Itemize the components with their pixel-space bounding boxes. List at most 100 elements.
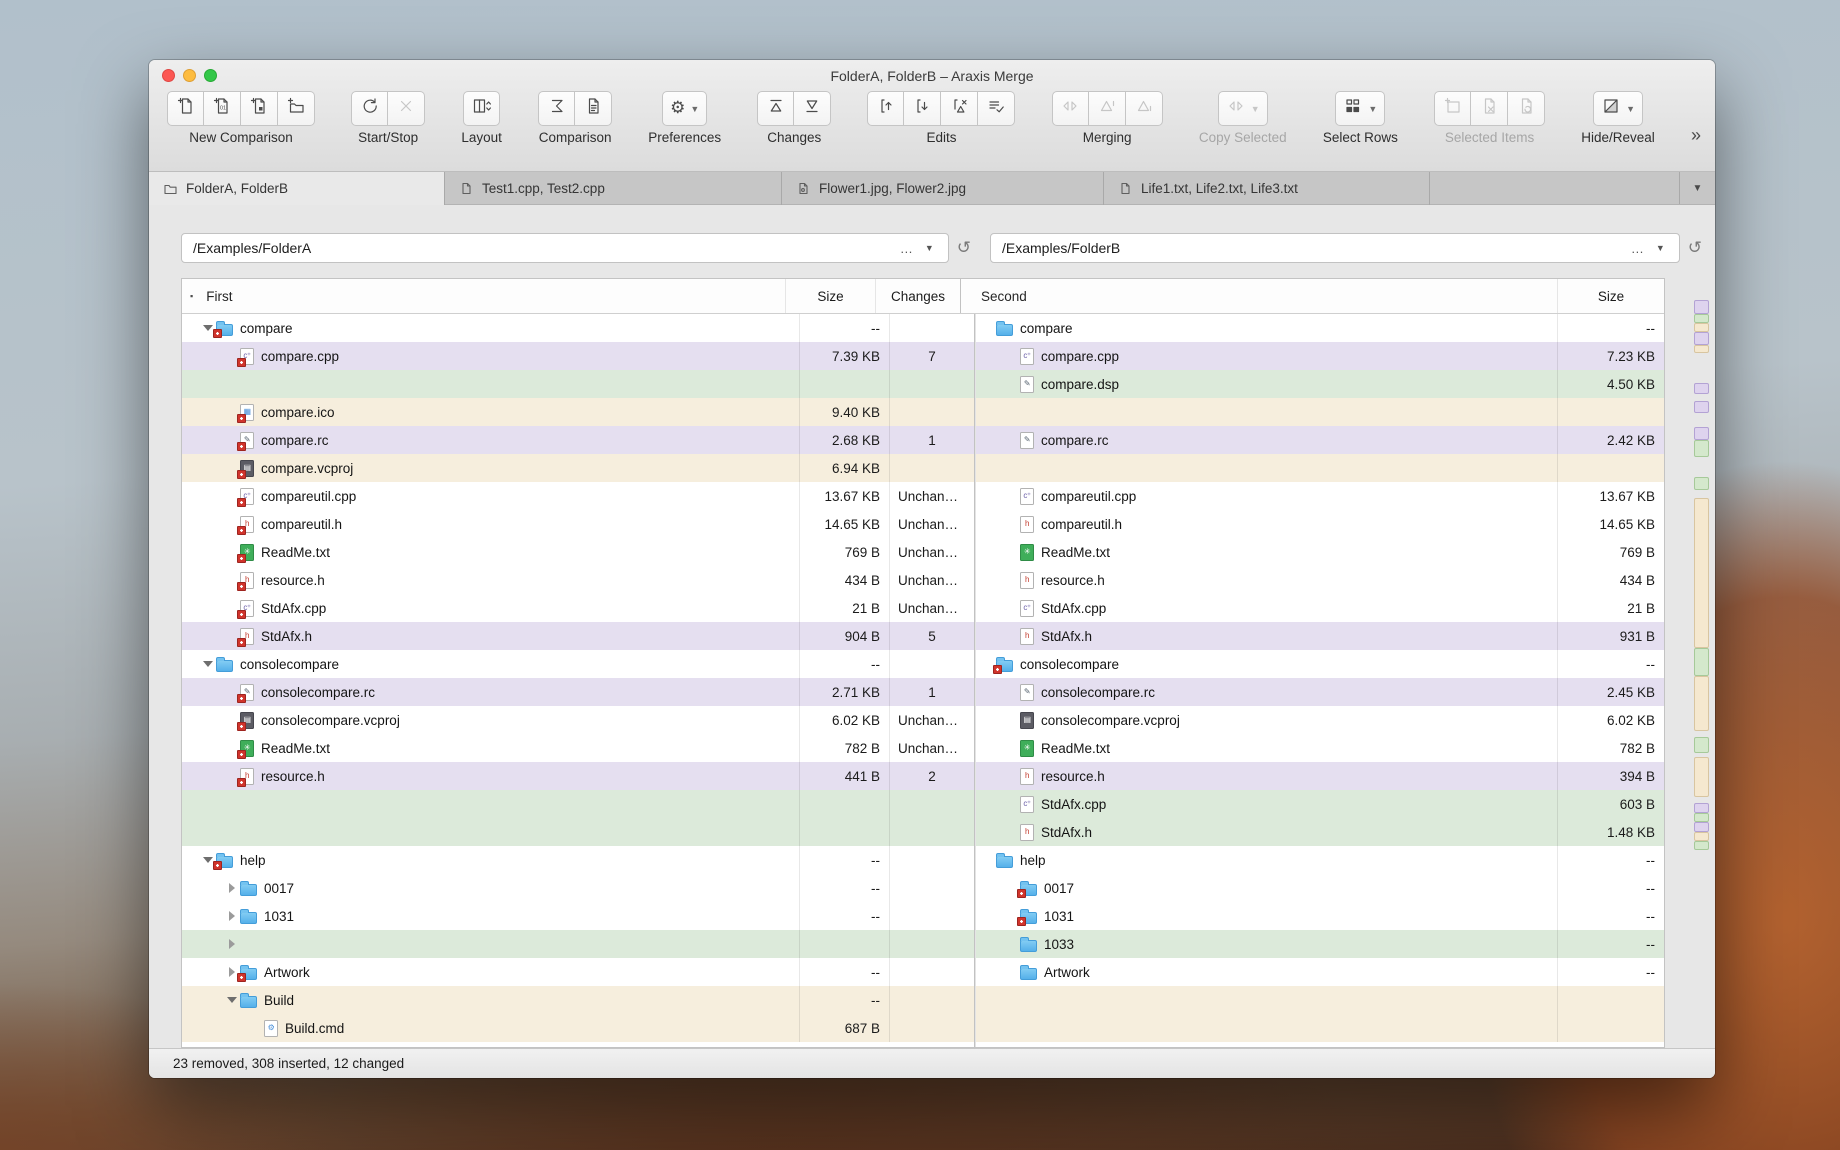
table-row-help[interactable]: help-- xyxy=(976,846,1664,874)
previous-change-button[interactable] xyxy=(757,91,794,126)
table-row-compare-rc[interactable]: ✎compare.rc2.68 KB1 xyxy=(182,426,974,454)
second-folder-path[interactable]: /Examples/FolderB xyxy=(1002,240,1625,256)
minimap-green-block[interactable] xyxy=(1694,314,1709,323)
table-row-compareutil-h[interactable]: hcompareutil.h14.65 KB xyxy=(976,510,1664,538)
select-rows-button[interactable]: ▼ xyxy=(1335,91,1385,126)
column-header-size-first[interactable]: Size xyxy=(785,279,875,313)
new-binary-comparison-button[interactable]: 01 xyxy=(204,91,241,126)
table-row-resource-h[interactable]: hresource.h441 B2 xyxy=(182,762,974,790)
table-row-compare-dsp[interactable]: ✎compare.dsp4.50 KB xyxy=(976,370,1664,398)
table-row[interactable] xyxy=(182,370,974,398)
minimize-window-button[interactable] xyxy=(183,69,196,82)
second-folder-path-field[interactable]: /Examples/FolderB … ▼ xyxy=(990,233,1680,263)
collapse-arrow-icon[interactable] xyxy=(200,650,216,678)
tab-flower1-jpg-flower2-jpg[interactable]: Flower1.jpg, Flower2.jpg xyxy=(782,172,1104,205)
first-path-dropdown-icon[interactable]: ▼ xyxy=(919,243,940,253)
minimap-green-block[interactable] xyxy=(1694,648,1709,676)
table-row-compare-ico[interactable]: ▦compare.ico9.40 KB xyxy=(182,398,974,426)
close-window-button[interactable] xyxy=(162,69,175,82)
minimap-purple-block[interactable] xyxy=(1694,401,1709,413)
minimap-tan-block[interactable] xyxy=(1694,323,1709,332)
comparison-report-button[interactable] xyxy=(575,91,612,126)
tab-foldera-folderb[interactable]: FolderA, FolderB xyxy=(149,172,445,205)
table-row-artwork[interactable]: Artwork-- xyxy=(182,958,974,986)
change-minimap[interactable] xyxy=(1694,300,1710,1043)
browse-second-button[interactable]: … xyxy=(1625,241,1650,256)
first-folder-path[interactable]: /Examples/FolderA xyxy=(193,240,894,256)
zoom-window-button[interactable] xyxy=(204,69,217,82)
table-row[interactable] xyxy=(976,986,1664,1014)
table-row-compare-vcproj[interactable]: ▤compare.vcproj6.94 KB xyxy=(182,454,974,482)
table-row-compare-cpp[interactable]: c⁺compare.cpp7.39 KB7 xyxy=(182,342,974,370)
minimap-tan-block[interactable] xyxy=(1694,498,1709,648)
minimap-purple-block[interactable] xyxy=(1694,300,1709,314)
table-row-stdafx-h[interactable]: hStdAfx.h931 B xyxy=(976,622,1664,650)
tab-test1-cpp-test2-cpp[interactable]: Test1.cpp, Test2.cpp xyxy=(445,172,782,205)
insert-change-up-button[interactable] xyxy=(867,91,904,126)
expand-arrow-icon[interactable] xyxy=(224,902,240,930)
table-row-resource-h[interactable]: hresource.h434 B xyxy=(976,566,1664,594)
table-row-stdafx-cpp[interactable]: c⁺StdAfx.cpp21 B xyxy=(976,594,1664,622)
minimap-purple-block[interactable] xyxy=(1694,803,1709,813)
table-row[interactable] xyxy=(976,1014,1664,1042)
first-path-history-icon[interactable]: ↺ xyxy=(957,238,971,258)
table-row[interactable] xyxy=(182,818,974,846)
table-row-resource-h[interactable]: hresource.h394 B xyxy=(976,762,1664,790)
table-row-compareutil-cpp[interactable]: c⁺compareutil.cpp13.67 KB xyxy=(976,482,1664,510)
collapse-arrow-icon[interactable] xyxy=(224,986,240,1014)
accept-edits-button[interactable] xyxy=(978,91,1015,126)
table-row[interactable] xyxy=(976,454,1664,482)
table-row-consolecompare-rc[interactable]: ✎consolecompare.rc2.71 KB1 xyxy=(182,678,974,706)
table-row-compare-rc[interactable]: ✎compare.rc2.42 KB xyxy=(976,426,1664,454)
new-text-comparison-button[interactable] xyxy=(167,91,204,126)
expand-arrow-icon[interactable] xyxy=(224,930,240,958)
column-header-second[interactable]: Second xyxy=(960,279,1557,313)
layout-columns-button[interactable] xyxy=(463,91,500,126)
minimap-purple-block[interactable] xyxy=(1694,332,1709,345)
minimap-green-block[interactable] xyxy=(1694,477,1709,490)
comparison-summary-button[interactable] xyxy=(538,91,575,126)
table-row[interactable] xyxy=(182,790,974,818)
table-row-stdafx-h[interactable]: hStdAfx.h904 B5 xyxy=(182,622,974,650)
table-row-consolecompare-vcproj[interactable]: ▤consolecompare.vcproj6.02 KB xyxy=(976,706,1664,734)
table-row-0017[interactable]: 0017-- xyxy=(182,874,974,902)
table-row-readme-txt[interactable]: ✳ReadMe.txt769 B xyxy=(976,538,1664,566)
column-header-size-second[interactable]: Size xyxy=(1557,279,1664,313)
table-row-readme-txt[interactable]: ✳ReadMe.txt782 BUnchan… xyxy=(182,734,974,762)
table-row-stdafx-cpp[interactable]: c⁺StdAfx.cpp603 B xyxy=(976,790,1664,818)
column-header-changes[interactable]: Changes xyxy=(875,279,960,313)
browse-first-button[interactable]: … xyxy=(894,241,919,256)
table-row-compareutil-h[interactable]: hcompareutil.h14.65 KBUnchan… xyxy=(182,510,974,538)
tab-life1-txt-life2-txt-life3-txt[interactable]: Life1.txt, Life2.txt, Life3.txt xyxy=(1104,172,1430,205)
expand-arrow-icon[interactable] xyxy=(224,874,240,902)
table-row-stdafx-h[interactable]: hStdAfx.h1.48 KB xyxy=(976,818,1664,846)
table-row-consolecompare-rc[interactable]: ✎consolecompare.rc2.45 KB xyxy=(976,678,1664,706)
second-path-history-icon[interactable]: ↺ xyxy=(1688,238,1702,258)
table-row-compare[interactable]: compare-- xyxy=(182,314,974,342)
minimap-green-block[interactable] xyxy=(1694,440,1709,457)
table-row[interactable] xyxy=(182,930,974,958)
new-image-comparison-button[interactable] xyxy=(241,91,278,126)
toolbar-overflow-button[interactable]: » xyxy=(1691,125,1701,146)
second-path-dropdown-icon[interactable]: ▼ xyxy=(1650,243,1671,253)
minimap-tan-block[interactable] xyxy=(1694,676,1709,731)
table-row-help[interactable]: help-- xyxy=(182,846,974,874)
minimap-green-block[interactable] xyxy=(1694,737,1709,753)
minimap-green-block[interactable] xyxy=(1694,841,1709,850)
tab-list-dropdown-icon[interactable]: ▼ xyxy=(1679,172,1715,204)
table-row-0017[interactable]: 0017-- xyxy=(976,874,1664,902)
table-row-compareutil-cpp[interactable]: c⁺compareutil.cpp13.67 KBUnchan… xyxy=(182,482,974,510)
first-folder-path-field[interactable]: /Examples/FolderA … ▼ xyxy=(181,233,949,263)
minimap-tan-block[interactable] xyxy=(1694,757,1709,797)
minimap-tan-block[interactable] xyxy=(1694,832,1709,841)
hide-reveal-button[interactable]: ▼ xyxy=(1593,91,1643,126)
table-row-stdafx-cpp[interactable]: c⁺StdAfx.cpp21 BUnchan… xyxy=(182,594,974,622)
column-header-first[interactable]: ▪ First xyxy=(182,279,632,313)
new-folder-comparison-button[interactable] xyxy=(278,91,315,126)
table-row-consolecompare[interactable]: consolecompare-- xyxy=(182,650,974,678)
table-row-1033[interactable]: 1033-- xyxy=(976,930,1664,958)
table-row-1031[interactable]: 1031-- xyxy=(182,902,974,930)
table-row-build-cmd[interactable]: ⚙Build.cmd687 B xyxy=(182,1014,974,1042)
table-row-compare-cpp[interactable]: c⁺compare.cpp7.23 KB xyxy=(976,342,1664,370)
table-row-resource-h[interactable]: hresource.h434 BUnchan… xyxy=(182,566,974,594)
